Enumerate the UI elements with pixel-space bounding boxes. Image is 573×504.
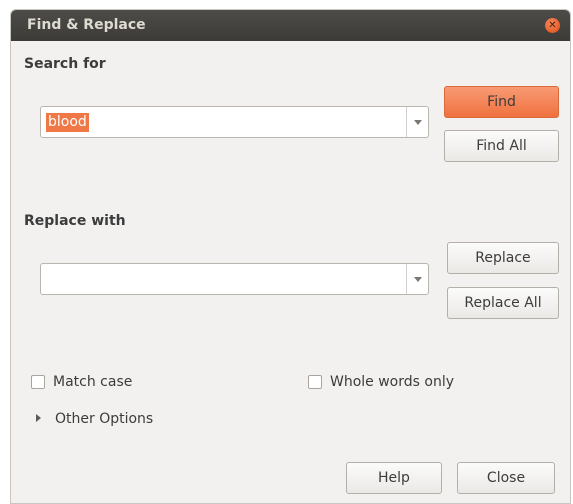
whole-words-option[interactable]: Whole words only <box>308 372 548 392</box>
replace-dropdown-button[interactable] <box>406 264 428 294</box>
close-button-label: Close <box>486 470 526 486</box>
match-case-checkbox[interactable] <box>31 375 45 389</box>
replace-combo[interactable] <box>40 263 429 295</box>
search-label: Search for <box>24 56 106 72</box>
find-replace-dialog: Find & Replace ✕ Search for blood Find F… <box>10 9 571 504</box>
whole-words-checkbox[interactable] <box>308 375 322 389</box>
titlebar[interactable]: Find & Replace ✕ <box>11 10 570 41</box>
close-window-icon[interactable]: ✕ <box>545 18 560 33</box>
whole-words-label: Whole words only <box>330 374 455 390</box>
replace-button-label: Replace <box>475 250 531 266</box>
search-combo[interactable]: blood <box>40 106 429 138</box>
match-case-option[interactable]: Match case <box>31 372 231 392</box>
help-button-label: Help <box>378 470 410 486</box>
other-options-expander[interactable]: Other Options <box>36 409 153 429</box>
chevron-down-icon <box>414 120 422 125</box>
close-button[interactable]: Close <box>457 462 555 494</box>
find-button-label: Find <box>487 94 516 110</box>
find-all-button[interactable]: Find All <box>444 130 559 162</box>
search-label-text: Search for <box>24 56 106 72</box>
replace-all-button[interactable]: Replace All <box>447 287 559 319</box>
window-title: Find & Replace <box>27 17 146 33</box>
replace-label-text: Replace with <box>24 213 126 229</box>
search-dropdown-button[interactable] <box>406 107 428 137</box>
find-all-button-label: Find All <box>476 138 527 154</box>
match-case-label: Match case <box>53 374 133 390</box>
find-button[interactable]: Find <box>444 86 559 118</box>
replace-all-button-label: Replace All <box>464 295 542 311</box>
help-button[interactable]: Help <box>346 462 442 494</box>
search-input[interactable]: blood <box>46 113 89 132</box>
other-options-label: Other Options <box>55 411 154 427</box>
replace-button[interactable]: Replace <box>447 242 559 274</box>
expand-triangle-icon <box>36 414 41 422</box>
replace-label: Replace with <box>24 213 126 229</box>
chevron-down-icon <box>414 277 422 282</box>
